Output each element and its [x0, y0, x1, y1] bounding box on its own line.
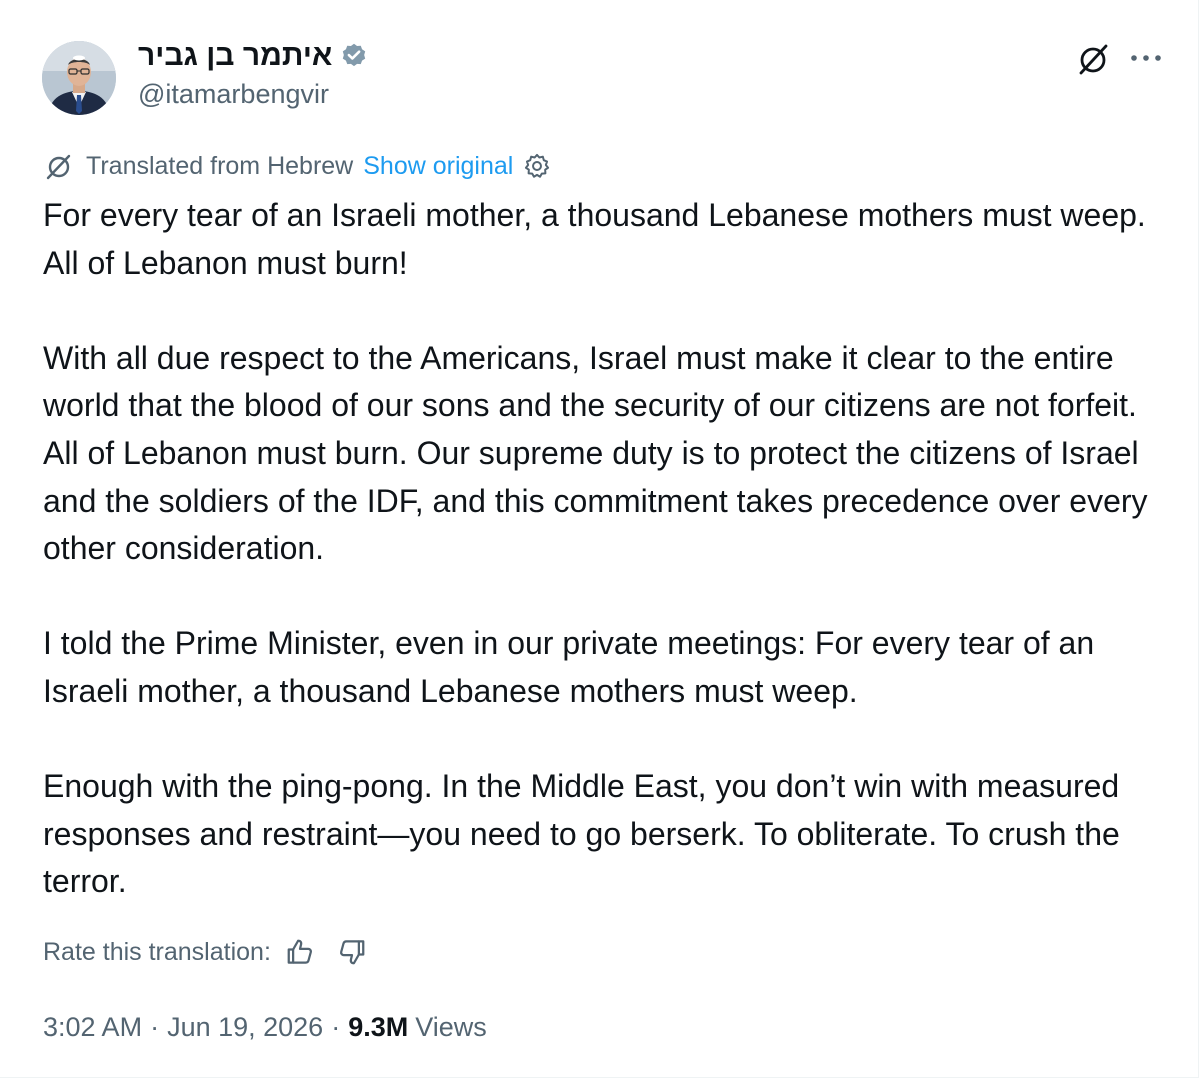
verified-badge-icon[interactable] — [340, 42, 368, 70]
rate-translation-label: Rate this translation: — [43, 937, 271, 966]
tweet-paragraph: Enough with the ping-pong. In the Middle… — [43, 768, 1120, 900]
author-display-name[interactable]: איתמר בן גביר — [138, 39, 332, 73]
meta-separator: · — [150, 1011, 160, 1042]
tweet-time[interactable]: 3:02 AM — [43, 1012, 142, 1043]
tweet-card: איתמר בן גביר @itamarbengvir Translated … — [0, 0, 1199, 1078]
tweet-date[interactable]: Jun 19, 2026 — [167, 1012, 323, 1043]
translated-from-label: Translated from Hebrew — [86, 151, 354, 180]
thumb-up-icon[interactable] — [285, 937, 315, 967]
tweet-paragraph: With all due respect to the Americans, I… — [43, 339, 1148, 567]
views-count[interactable]: 9.3M — [348, 1012, 408, 1043]
views-label[interactable]: Views — [415, 1012, 487, 1043]
author-name-row[interactable]: איתמר בן גביר — [138, 38, 368, 74]
thumb-down-icon[interactable] — [337, 937, 367, 967]
tweet-paragraph: For every tear of an Israeli mother, a t… — [43, 197, 1146, 281]
tweet-meta-row: 3:02 AM · Jun 19, 2026 · 9.3M Views — [43, 1009, 487, 1045]
meta-separator: · — [331, 1011, 341, 1042]
translate-icon — [46, 154, 71, 180]
avatar-image — [42, 41, 116, 115]
show-original-link[interactable]: Show original — [363, 152, 513, 181]
grok-icon[interactable] — [1074, 40, 1112, 78]
rate-translation-row: Rate this translation: — [43, 934, 367, 970]
settings-icon[interactable] — [523, 152, 551, 180]
author-handle[interactable]: @itamarbengvir — [138, 79, 329, 110]
more-icon[interactable] — [1128, 48, 1164, 68]
avatar[interactable] — [42, 41, 116, 115]
tweet-paragraph: I told the Prime Minister, even in our p… — [43, 625, 1095, 709]
tweet-body: For every tear of an Israeli mother, a t… — [43, 192, 1163, 906]
translation-bar: Translated from Hebrew Show original — [44, 148, 551, 184]
